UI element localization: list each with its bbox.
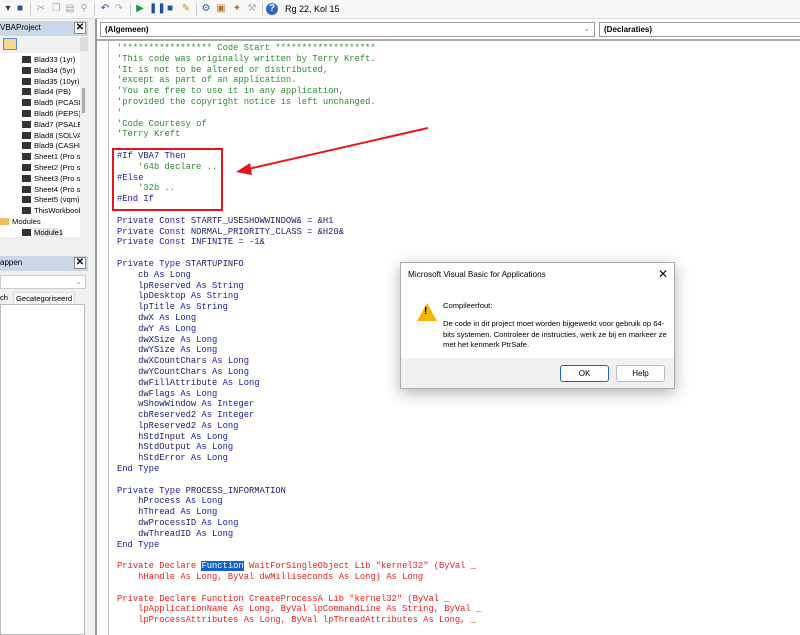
dialog-heading: Compileerfout: bbox=[443, 301, 493, 310]
help-button[interactable]: Help bbox=[616, 365, 665, 382]
error-dialog: Microsoft Visual Basic for Applications … bbox=[400, 262, 675, 389]
ok-button[interactable]: OK bbox=[560, 365, 609, 382]
dialog-title: Microsoft Visual Basic for Applications bbox=[408, 270, 546, 279]
warning-icon-mark: ! bbox=[424, 306, 428, 317]
dialog-message: De code in dit project moet worden bijge… bbox=[443, 319, 667, 349]
dialog-footer: OK Help bbox=[401, 358, 674, 388]
close-icon[interactable]: ✕ bbox=[658, 267, 668, 281]
